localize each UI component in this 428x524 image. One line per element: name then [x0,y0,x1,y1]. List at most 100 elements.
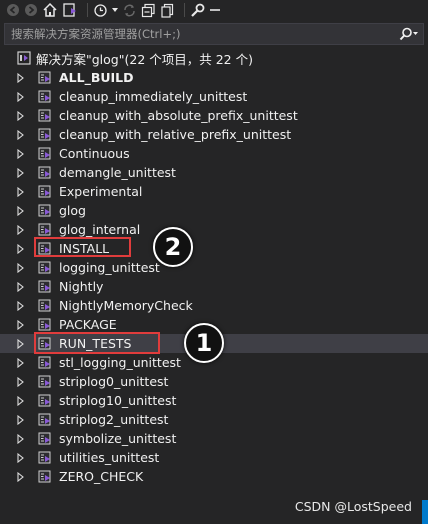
expand-arrow-icon[interactable] [15,300,25,312]
project-node[interactable]: Continuous [0,144,428,163]
cpp-project-icon [38,90,52,104]
expand-arrow-icon[interactable] [15,129,25,141]
history-icon[interactable] [93,1,108,19]
project-label: Continuous [59,146,130,161]
expand-arrow-icon[interactable] [15,72,25,84]
project-label: utilities_unittest [59,450,160,465]
project-label: striplog10_unittest [59,393,177,408]
project-node[interactable]: demangle_unittest [0,163,428,182]
properties-icon[interactable] [190,1,205,19]
project-label: demangle_unittest [59,165,176,180]
cpp-project-icon [38,128,52,142]
project-label: NightlyMemoryCheck [59,298,193,313]
vs-solution-icon[interactable] [62,1,78,19]
step-badge-1: 1 [184,323,224,363]
forward-icon[interactable] [24,1,38,19]
cpp-project-icon [38,356,52,370]
search-input[interactable]: 搜索解决方案资源管理器(Ctrl+;) [5,26,395,42]
project-label: stl_logging_unittest [59,355,181,370]
back-icon[interactable] [6,1,20,19]
search-icon[interactable] [395,27,423,41]
project-label: cleanup_immediately_unittest [59,89,248,104]
project-label: symbolize_unittest [59,431,177,446]
expand-arrow-icon[interactable] [15,357,25,369]
cpp-project-icon [38,147,52,161]
project-node[interactable]: striplog2_unittest [0,410,428,429]
expand-arrow-icon[interactable] [15,338,25,350]
expand-arrow-icon[interactable] [15,167,25,179]
project-node[interactable]: Experimental [0,182,428,201]
home-icon[interactable] [42,1,58,19]
side-tab[interactable] [422,500,428,524]
expand-arrow-icon[interactable] [15,452,25,464]
project-label: logging_unittest [59,260,160,275]
expand-arrow-icon[interactable] [15,395,25,407]
run-tests-highlight-box [34,332,160,354]
cpp-project-icon [38,318,52,332]
expand-arrow-icon[interactable] [15,224,25,236]
expand-arrow-icon[interactable] [15,148,25,160]
cpp-project-icon [38,394,52,408]
cpp-project-icon [38,470,52,484]
search-box[interactable]: 搜索解决方案资源管理器(Ctrl+;) [4,23,424,45]
expand-arrow-icon[interactable] [15,243,25,255]
sync-icon[interactable] [122,1,137,19]
expand-arrow-icon[interactable] [15,186,25,198]
toolbar-separator [184,3,185,17]
project-node[interactable]: utilities_unittest [0,448,428,467]
expand-arrow-icon[interactable] [15,319,25,331]
project-node[interactable]: striplog0_unittest [0,372,428,391]
project-node[interactable]: ALL_BUILD [0,68,428,87]
expand-arrow-icon[interactable] [15,205,25,217]
expand-arrow-icon[interactable] [15,110,25,122]
project-node[interactable]: striplog10_unittest [0,391,428,410]
cpp-project-icon [38,204,52,218]
project-label: Experimental [59,184,143,199]
step-badge-2: 2 [153,227,193,267]
project-label: PACKAGE [59,317,117,332]
dropdown-icon[interactable] [112,1,118,19]
project-node[interactable]: Nightly [0,277,428,296]
copy-icon[interactable] [160,1,175,19]
expand-arrow-icon[interactable] [15,433,25,445]
minus-icon[interactable] [209,1,221,19]
project-label: striplog0_unittest [59,374,169,389]
project-list: ALL_BUILD cleanup_immediately_unittestcle… [0,68,428,486]
project-label: ZERO_CHECK [59,469,144,484]
toolbar [0,0,428,20]
project-label: striplog2_unittest [59,412,169,427]
project-node[interactable]: symbolize_unittest [0,429,428,448]
cpp-project-icon [38,109,52,123]
install-highlight-box [34,237,131,257]
project-label: glog_internal [59,222,141,237]
expand-arrow-icon[interactable] [15,376,25,388]
solution-node[interactable]: 解决方案"glog"(22 个项目，共 22 个) [0,48,428,68]
cpp-project-icon [38,166,52,180]
project-label: ALL_BUILD [59,70,134,85]
project-node[interactable]: ZERO_CHECK [0,467,428,486]
project-node[interactable]: glog [0,201,428,220]
cpp-project-icon [38,71,52,85]
project-node[interactable]: NightlyMemoryCheck [0,296,428,315]
project-node[interactable]: cleanup_immediately_unittest [0,87,428,106]
solution-explorer: 搜索解决方案资源管理器(Ctrl+;) 解决方案"glog"(22 个项目，共 … [0,0,428,524]
cpp-project-icon [38,261,52,275]
solution-icon [17,51,31,65]
expand-arrow-icon[interactable] [15,471,25,483]
expand-arrow-icon[interactable] [15,262,25,274]
expand-arrow-icon[interactable] [15,414,25,426]
expand-arrow-icon[interactable] [15,91,25,103]
cpp-project-icon [38,432,52,446]
expand-arrow-icon[interactable] [15,281,25,293]
project-node[interactable]: cleanup_with_relative_prefix_unittest [0,125,428,144]
watermark: CSDN @LostSpeed [294,499,412,514]
cpp-project-icon [38,375,52,389]
collapse-all-icon[interactable] [141,1,156,19]
cpp-project-icon [38,299,52,313]
project-node[interactable]: cleanup_with_absolute_prefix_unittest [0,106,428,125]
cpp-project-icon [38,413,52,427]
solution-label: 解决方案"glog"(22 个项目，共 22 个) [36,51,253,67]
project-node[interactable]: logging_unittest [0,258,428,277]
toolbar-separator [87,3,88,17]
cpp-project-icon [38,280,52,294]
